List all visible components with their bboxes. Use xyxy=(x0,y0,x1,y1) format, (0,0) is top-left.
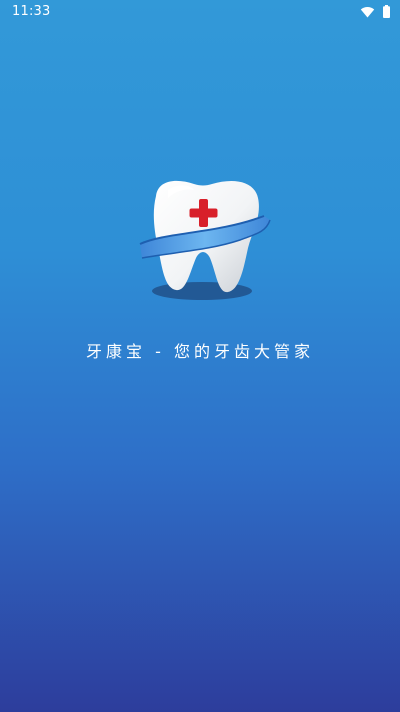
status-bar: 11:33 xyxy=(0,0,400,24)
wifi-icon xyxy=(360,3,375,22)
status-time: 11:33 xyxy=(12,4,51,19)
tooth-logo-icon xyxy=(136,174,276,306)
splash-screen: 11:33 牙康宝 - 您的牙齿大管家 xyxy=(0,0,400,712)
app-slogan: 牙康宝 - 您的牙齿大管家 xyxy=(86,342,314,361)
battery-icon xyxy=(383,3,390,22)
status-icons xyxy=(360,4,390,20)
